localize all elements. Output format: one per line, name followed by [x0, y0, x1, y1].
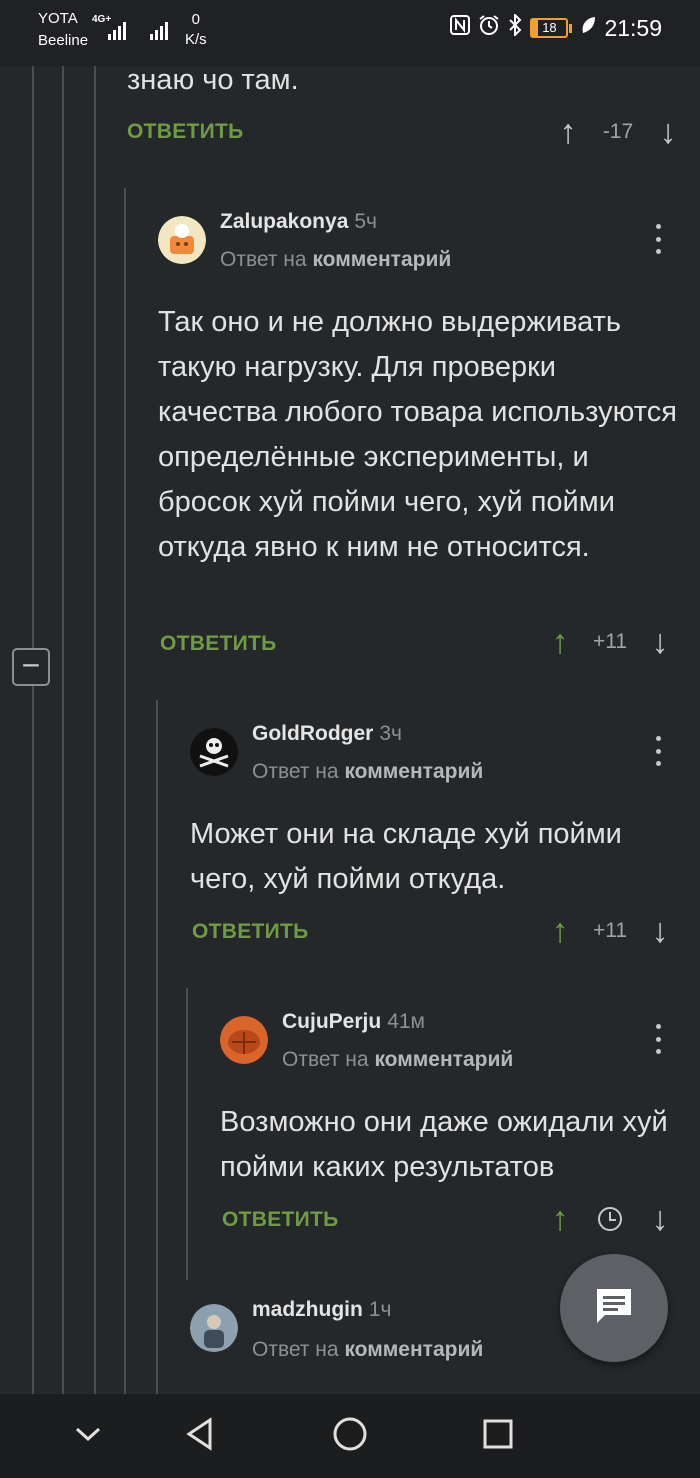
reply-to-link[interactable]: комментарий [344, 760, 483, 783]
nav-recents-button[interactable] [478, 1416, 518, 1456]
comment-text: Может они на складе хуй пойми чего, хуй … [190, 818, 622, 895]
time-ago: 41м [387, 1010, 425, 1033]
reply-to-line: Ответ на комментарий [252, 1338, 483, 1362]
more-options-icon[interactable] [648, 736, 668, 766]
add-comment-button[interactable] [560, 1254, 668, 1362]
carrier-name-1: YOTA [38, 10, 78, 27]
back-triangle-icon [184, 1416, 216, 1456]
collapse-thread-button[interactable]: − [12, 648, 50, 686]
reply-to-prefix: Ответ на [282, 1048, 369, 1071]
signal-strength-icon [108, 18, 126, 40]
alarm-icon [478, 14, 500, 42]
reply-to-line: Ответ на комментарий [282, 1048, 513, 1072]
avatar[interactable] [220, 1016, 268, 1064]
comment-text: Так оно и не должно выдерживать такую на… [158, 306, 677, 563]
network-speed-value: 0 [191, 11, 201, 28]
comment-text: знаю чо там. [127, 64, 299, 96]
network-speed: 0 K/s [185, 10, 207, 50]
upvote-arrow-icon[interactable]: ↑ [540, 1197, 580, 1241]
username[interactable]: GoldRodger [252, 722, 373, 745]
comment-header: GoldRodger 3ч Ответ на комментарий [190, 722, 680, 792]
more-options-icon[interactable] [648, 1024, 668, 1054]
vote-box: ↑ ↓ [530, 1197, 680, 1241]
nav-back-button[interactable] [180, 1416, 220, 1456]
upvote-arrow-icon[interactable]: ↑ [540, 909, 580, 953]
vote-box: ↑ +11 ↓ [530, 909, 680, 953]
carrier-name-2: Beeline [38, 32, 89, 49]
reply-to-link[interactable]: комментарий [374, 1048, 513, 1071]
nest-line [186, 988, 188, 1280]
reply-to-line: Ответ на комментарий [220, 248, 451, 272]
battery-icon: 18 [530, 18, 573, 38]
signal-strength-icon [150, 18, 168, 40]
nav-home-button[interactable] [330, 1416, 370, 1456]
downvote-arrow-icon[interactable]: ↓ [640, 1197, 680, 1241]
comment-header: CujuPerju 41м Ответ на комментарий [220, 1010, 680, 1080]
comment-rating: +11 [592, 919, 628, 942]
username[interactable]: madzhugin [252, 1298, 363, 1321]
upvote-arrow-icon[interactable]: ↑ [548, 110, 588, 154]
network-speed-unit: K/s [185, 31, 207, 48]
downvote-arrow-icon[interactable]: ↓ [640, 620, 680, 664]
comment-text: Возможно они даже ожидали хуй пойми каки… [220, 1106, 668, 1183]
thread-line [32, 66, 34, 1394]
time-ago: 1ч [368, 1298, 392, 1321]
avatar[interactable] [158, 216, 206, 264]
power-saving-leaf-icon [580, 15, 596, 41]
username-line: GoldRodger 3ч [252, 722, 402, 746]
reply-to-link[interactable]: комментарий [344, 1338, 483, 1361]
avatar[interactable] [190, 1304, 238, 1352]
thread-line [94, 66, 96, 1394]
nfc-icon [450, 15, 471, 41]
username-line: CujuPerju 41м [282, 1010, 425, 1034]
time-ago: 5ч [354, 210, 377, 233]
vote-box: ↑ -17 ↓ [538, 110, 688, 154]
more-options-icon[interactable] [648, 224, 668, 254]
username-line: Zalupakonya 5ч [220, 210, 377, 234]
reply-to-line: Ответ на комментарий [252, 760, 483, 784]
reply-to-link[interactable]: комментарий [312, 248, 451, 271]
vote-box: ↑ +11 ↓ [530, 620, 680, 664]
comment-icon [593, 1285, 635, 1332]
upvote-arrow-icon[interactable]: ↑ [540, 620, 580, 664]
reply-button[interactable]: ОТВЕТИТЬ [192, 920, 309, 944]
downvote-arrow-icon[interactable]: ↓ [648, 110, 688, 154]
recents-square-icon [482, 1418, 514, 1455]
chevron-down-icon [74, 1425, 102, 1448]
username[interactable]: CujuPerju [282, 1010, 381, 1033]
reply-to-prefix: Ответ на [252, 760, 339, 783]
clock-time: 21:59 [604, 14, 662, 41]
time-ago: 3ч [379, 722, 402, 745]
home-circle-icon [332, 1416, 368, 1457]
comment-rating: -17 [602, 120, 634, 143]
reply-button[interactable]: ОТВЕТИТЬ [160, 632, 277, 656]
comment-header: Zalupakonya 5ч Ответ на комментарий [158, 210, 678, 280]
downvote-arrow-icon[interactable]: ↓ [640, 909, 680, 953]
nav-hide-button[interactable] [68, 1416, 108, 1456]
comment-rating: +11 [592, 630, 628, 653]
pending-rating-clock-icon [580, 1207, 640, 1231]
minus-square-icon: − [21, 647, 41, 683]
nest-line [124, 188, 126, 1394]
status-bar: YOTA Beeline 4G+ 0 K/s 18 21:59 [0, 0, 700, 66]
reply-button[interactable]: ОТВЕТИТЬ [127, 120, 244, 144]
reply-button[interactable]: ОТВЕТИТЬ [222, 1208, 339, 1232]
system-navigation-bar [0, 1394, 700, 1478]
avatar[interactable] [190, 728, 238, 776]
reply-to-prefix: Ответ на [252, 1338, 339, 1361]
username-line: madzhugin 1ч [252, 1298, 391, 1322]
nest-line [156, 700, 158, 1394]
reply-to-prefix: Ответ на [220, 248, 307, 271]
battery-level: 18 [530, 18, 569, 38]
thread-line [62, 66, 64, 1394]
bluetooth-icon [508, 12, 522, 42]
username[interactable]: Zalupakonya [220, 210, 348, 233]
